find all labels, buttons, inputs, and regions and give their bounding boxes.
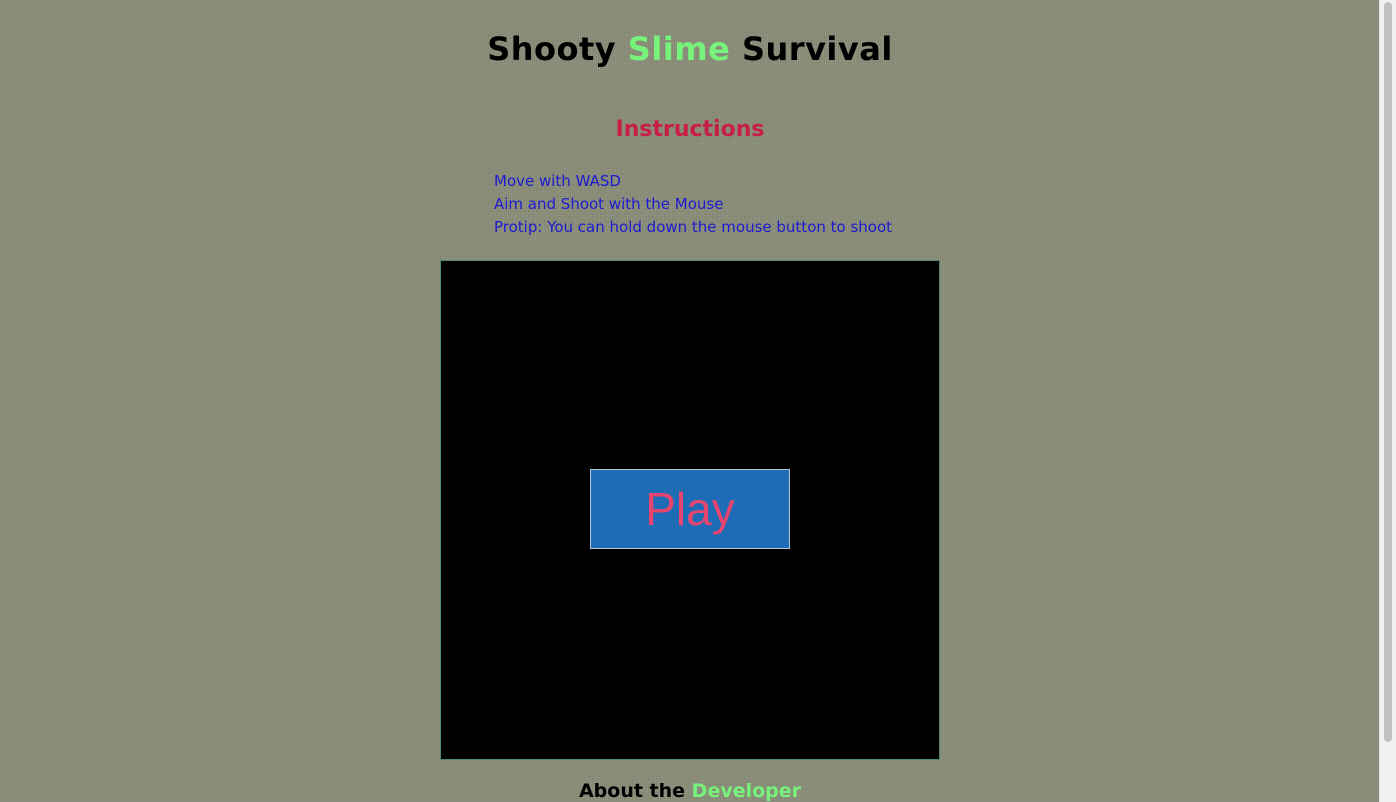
scrollbar-thumb[interactable] — [1384, 2, 1392, 742]
instruction-protip: Protip: You can hold down the mouse butt… — [494, 218, 893, 236]
title-slime: Slime — [627, 30, 731, 68]
about-label: About the — [578, 780, 686, 802]
play-button[interactable]: Play — [590, 469, 790, 549]
title-shooty: Shooty — [487, 30, 617, 68]
instructions-heading: Instructions — [615, 117, 765, 142]
vertical-scrollbar[interactable] — [1379, 0, 1396, 802]
instruction-aim: Aim and Shoot with the Mouse — [494, 195, 724, 213]
page: Shooty Slime Survival Instructions Move … — [0, 0, 1380, 802]
developer-link[interactable]: Developer — [692, 780, 801, 802]
instruction-move: Move with WASD — [494, 172, 621, 190]
instructions-list: Move with WASD Aim and Shoot with the Mo… — [494, 170, 892, 239]
page-title: Shooty Slime Survival — [0, 30, 1380, 68]
title-survival: Survival — [741, 30, 893, 68]
about-developer-heading: About the Developer — [0, 780, 1380, 802]
game-canvas[interactable]: Play — [440, 260, 940, 760]
